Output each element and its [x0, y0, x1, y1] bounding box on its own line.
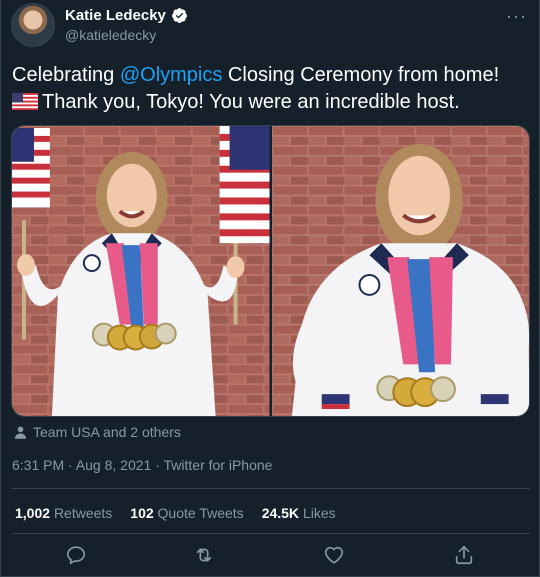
tweet-text: Celebrating @Olympics Closing Ceremony f… — [12, 62, 532, 116]
mention-link[interactable]: @Olympics — [120, 64, 223, 86]
quote-tweets-label: Quote Tweets — [157, 505, 244, 521]
avatar[interactable] — [11, 3, 55, 47]
action-bar — [1, 544, 540, 572]
likes-count: 24.5K — [261, 505, 300, 521]
media-grid — [11, 125, 530, 417]
like-icon[interactable] — [323, 544, 347, 568]
photo-with-flags[interactable] — [12, 126, 270, 416]
retweets-stat[interactable]: 1,002 Retweets — [15, 505, 112, 521]
divider-bottom — [12, 533, 530, 534]
tagged-users[interactable]: Team USA and 2 others — [13, 424, 181, 440]
more-options-icon[interactable]: ··· — [506, 6, 527, 27]
tagged-users-label: Team USA and 2 others — [33, 424, 181, 440]
photo-hands-on-hips[interactable] — [271, 126, 529, 416]
tweet-text-part1: Celebrating — [12, 64, 120, 86]
retweets-label: Retweets — [53, 505, 113, 521]
tweet-card: Katie Ledecky @katieledecky ··· Celebrat… — [0, 0, 540, 577]
quote-tweets-count: 102 — [130, 505, 154, 521]
quote-tweets-stat[interactable]: 102 Quote Tweets — [130, 505, 243, 521]
share-icon[interactable] — [453, 544, 477, 568]
person-icon — [14, 426, 27, 439]
retweet-icon[interactable] — [193, 544, 217, 568]
tweet-timestamp-source[interactable]: 6:31 PM · Aug 8, 2021 · Twitter for iPho… — [12, 457, 272, 473]
author-display-name[interactable]: Katie Ledecky — [65, 7, 166, 24]
divider-top — [12, 488, 530, 489]
retweets-count: 1,002 — [15, 505, 51, 521]
tweet-text-part2: Closing Ceremony from home! — [222, 64, 500, 86]
engagement-stats: 1,002 Retweets 102 Quote Tweets 24.5K Li… — [15, 505, 336, 521]
author-name-row: Katie Ledecky — [65, 7, 188, 24]
verified-badge-icon — [171, 7, 188, 24]
us-flag-icon — [12, 91, 38, 110]
reply-icon[interactable] — [65, 544, 89, 568]
likes-label: Likes — [302, 505, 336, 521]
tweet-text-line2: Thank you, Tokyo! You were an incredible… — [42, 91, 460, 113]
likes-stat[interactable]: 24.5K Likes — [262, 505, 336, 521]
author-handle[interactable]: @katieledecky — [65, 27, 156, 43]
